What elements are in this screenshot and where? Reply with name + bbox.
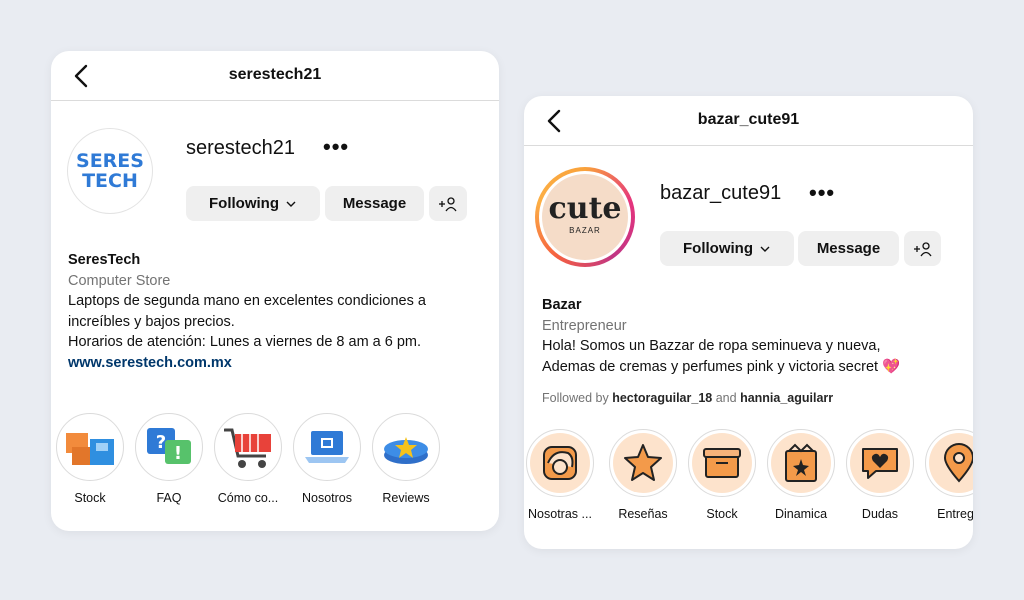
highlight-label: Nosotras ...: [528, 507, 592, 521]
following-label: Following: [683, 240, 753, 257]
followed-by-text: Followed by hectoraguilar_18 and hannia_…: [542, 391, 833, 405]
box-icon: [703, 448, 741, 478]
star-icon: [624, 444, 662, 481]
highlight-label: Stock: [74, 491, 106, 505]
chevron-down-icon: [286, 201, 296, 207]
header-title: serestech21: [228, 66, 322, 83]
highlight-label: Dudas: [861, 507, 899, 521]
face-icon: [543, 446, 577, 480]
logo-text-line2: TECH: [82, 170, 138, 192]
profile-avatar[interactable]: cute BAZAR: [535, 167, 635, 267]
message-label: Message: [816, 240, 881, 257]
add-person-icon: [913, 241, 932, 256]
following-button[interactable]: Following: [186, 186, 320, 221]
bio-name: SeresTech: [68, 252, 141, 268]
chevron-down-icon: [760, 246, 770, 252]
bio-line-1: Hola! Somos un Bazzar de ropa seminueva …: [542, 338, 881, 354]
profile-card-bazar: bazar_cute91 cute BAZAR bazar_cute91 •••…: [524, 96, 973, 549]
highlight-dudas[interactable]: Dudas: [844, 429, 916, 521]
message-button[interactable]: Message: [325, 186, 424, 221]
bio-name: Bazar: [542, 297, 582, 313]
bio-category: Entrepreneur: [542, 317, 627, 334]
logo-text-main: cute: [548, 191, 622, 226]
bio-line-1: Laptops de segunda mano en excelentes co…: [68, 293, 426, 309]
bio-category: Computer Store: [68, 272, 171, 289]
logo-text-line1: SERES: [76, 150, 144, 172]
followed-prefix: Followed by: [542, 391, 609, 405]
message-button[interactable]: Message: [798, 231, 899, 266]
highlight-stock[interactable]: Stock: [54, 413, 126, 505]
bio-line-3: Horarios de atención: Lunes a viernes de…: [68, 334, 422, 350]
profile-bio: SeresTech Computer Store Laptops de segu…: [68, 250, 488, 373]
highlight-faq[interactable]: ? ! FAQ: [133, 413, 205, 505]
gift-icon: [785, 443, 817, 482]
profile-bio: Bazar Entrepreneur Hola! Somos un Bazzar…: [542, 295, 962, 377]
highlight-resenas[interactable]: Reseñas: [607, 429, 679, 521]
bio-line-2: Ademas de cremas y perfumes pink y victo…: [542, 358, 879, 375]
following-button[interactable]: Following: [660, 231, 794, 266]
heart-chat-icon: [862, 448, 898, 479]
highlight-nosotras[interactable]: Nosotras ...: [524, 429, 596, 521]
seres-logo: SERES TECH: [68, 151, 152, 191]
highlight-label: Stock: [706, 507, 738, 521]
svg-text:?: ?: [156, 432, 166, 453]
cute-logo: cute BAZAR: [542, 174, 628, 260]
profile-username: serestech21: [186, 137, 295, 159]
profile-username: bazar_cute91: [660, 182, 782, 204]
shopping-cart-icon: [224, 428, 271, 468]
profile-card-serestech: serestech21 SERES TECH serestech21 ••• F…: [51, 51, 499, 531]
logo-text-sub: BAZAR: [569, 226, 601, 235]
followed-user-link[interactable]: hectoraguilar_18: [612, 391, 712, 405]
following-label: Following: [209, 195, 279, 212]
laptop-icon: [305, 431, 349, 463]
add-person-icon: [439, 196, 457, 211]
profile-header-bar: serestech21: [51, 51, 499, 101]
add-person-button[interactable]: [904, 231, 941, 266]
highlight-label: Entrega: [937, 507, 973, 521]
more-options-icon[interactable]: •••: [323, 136, 349, 158]
more-options-icon[interactable]: •••: [809, 182, 835, 204]
highlight-nosotros[interactable]: Nosotros: [291, 413, 363, 505]
followed-and: and: [715, 391, 737, 405]
highlight-label: Cómo co...: [217, 491, 279, 505]
highlight-reviews[interactable]: Reviews: [370, 413, 442, 505]
header-title: bazar_cute91: [697, 111, 800, 128]
star-badge-icon: [384, 437, 428, 464]
profile-avatar[interactable]: SERES TECH: [67, 128, 153, 214]
svg-text:!: !: [174, 443, 182, 464]
location-pin-icon: [943, 443, 973, 483]
message-label: Message: [342, 195, 407, 212]
heart-emoji: 💖: [882, 358, 901, 375]
faq-icon: ? !: [147, 428, 191, 464]
highlight-dinamica[interactable]: Dinamica: [765, 429, 837, 521]
profile-header-bar: bazar_cute91: [524, 96, 973, 146]
bio-line-2: increíbles y bajos precios.: [68, 313, 235, 330]
highlight-label: Dinamica: [774, 507, 828, 521]
highlight-como-comprar[interactable]: Cómo co...: [212, 413, 284, 505]
bio-website-link[interactable]: www.serestech.com.mx: [68, 353, 488, 374]
highlight-label: Reviews: [382, 491, 430, 505]
highlight-label: Reseñas: [618, 507, 668, 521]
highlight-label: FAQ: [156, 491, 182, 505]
bio-line-2-wrap: Ademas de cremas y perfumes pink y victo…: [542, 357, 962, 378]
highlight-label: Nosotros: [301, 491, 353, 505]
add-person-button[interactable]: [429, 186, 467, 221]
highlight-entrega[interactable]: Entrega: [923, 429, 973, 521]
followed-user-link[interactable]: hannia_aguilarr: [740, 391, 833, 405]
highlight-stock[interactable]: Stock: [686, 429, 758, 521]
boxes-icon: [66, 433, 114, 465]
